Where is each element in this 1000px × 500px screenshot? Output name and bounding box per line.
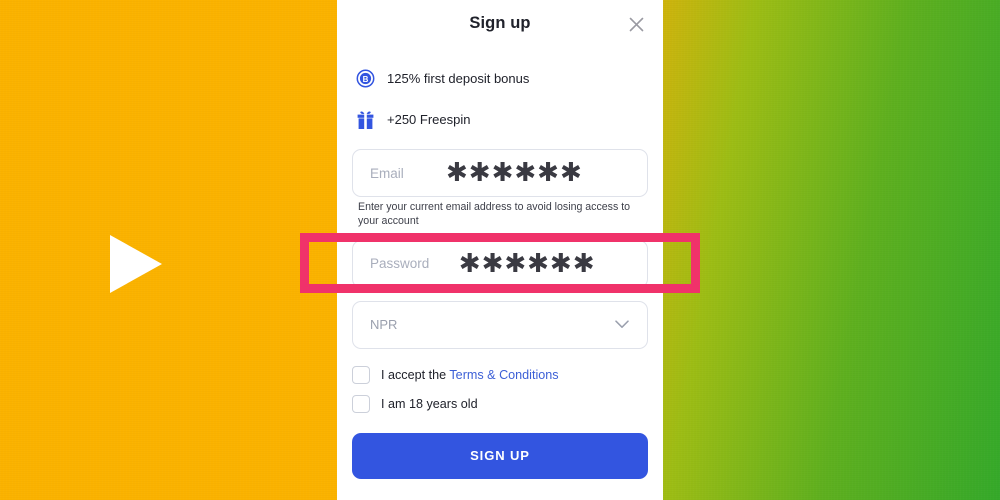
age-checkbox[interactable]: [352, 395, 370, 414]
page-title: Sign up: [469, 14, 531, 32]
gift-icon: [353, 108, 377, 132]
list-item: B 125% first deposit bonus: [337, 58, 663, 99]
background-right-panel: [663, 0, 1000, 500]
list-item: +250 Freespin: [337, 99, 663, 140]
email-field-hint: Enter your current email address to avoi…: [358, 201, 631, 227]
consent-checkboxes: I accept the Terms & Conditions I am 18 …: [337, 349, 663, 419]
app-screen: Sign up B 125% first deposit bonus +250 …: [0, 0, 1000, 500]
chevron-down-icon: [614, 317, 630, 333]
modal-header: Sign up: [337, 0, 663, 52]
bonus-list: B 125% first deposit bonus +250 Freespin: [337, 52, 663, 140]
currency-select[interactable]: NPR: [352, 300, 648, 349]
age-checkbox-label: I am 18 years old: [381, 397, 478, 412]
terms-checkbox-row[interactable]: I accept the Terms & Conditions: [352, 361, 648, 390]
currency-select-value: NPR: [370, 317, 398, 333]
terms-checkbox[interactable]: [352, 366, 370, 385]
terms-label-prefix: I accept the: [381, 368, 450, 383]
bonus-label: +250 Freespin: [387, 112, 471, 127]
email-field-value: ✱✱✱✱✱✱: [446, 158, 583, 188]
background-left-panel: [0, 0, 337, 500]
email-field-placeholder: Email: [370, 165, 404, 181]
terms-checkbox-label: I accept the Terms & Conditions: [381, 368, 559, 382]
email-field[interactable]: Email ✱✱✱✱✱✱: [352, 149, 648, 197]
form-fields: Email ✱✱✱✱✱✱ Enter your current email ad…: [337, 140, 663, 349]
password-field-value: ✱✱✱✱✱✱: [458, 248, 596, 279]
close-icon[interactable]: [624, 12, 648, 36]
password-field[interactable]: Password ✱✱✱✱✱✱: [352, 239, 648, 288]
sign-up-button[interactable]: SIGN UP: [352, 432, 648, 479]
bonus-badge-icon: B: [353, 67, 377, 91]
terms-and-conditions-link[interactable]: Terms & Conditions: [449, 368, 558, 382]
submit-area: SIGN UP: [337, 419, 663, 479]
svg-text:B: B: [362, 75, 368, 84]
password-field-placeholder: Password: [370, 256, 430, 272]
signup-modal: Sign up B 125% first deposit bonus +250 …: [337, 0, 663, 500]
bonus-label: 125% first deposit bonus: [387, 71, 530, 86]
age-checkbox-row[interactable]: I am 18 years old: [352, 390, 648, 419]
play-icon[interactable]: [110, 235, 162, 293]
